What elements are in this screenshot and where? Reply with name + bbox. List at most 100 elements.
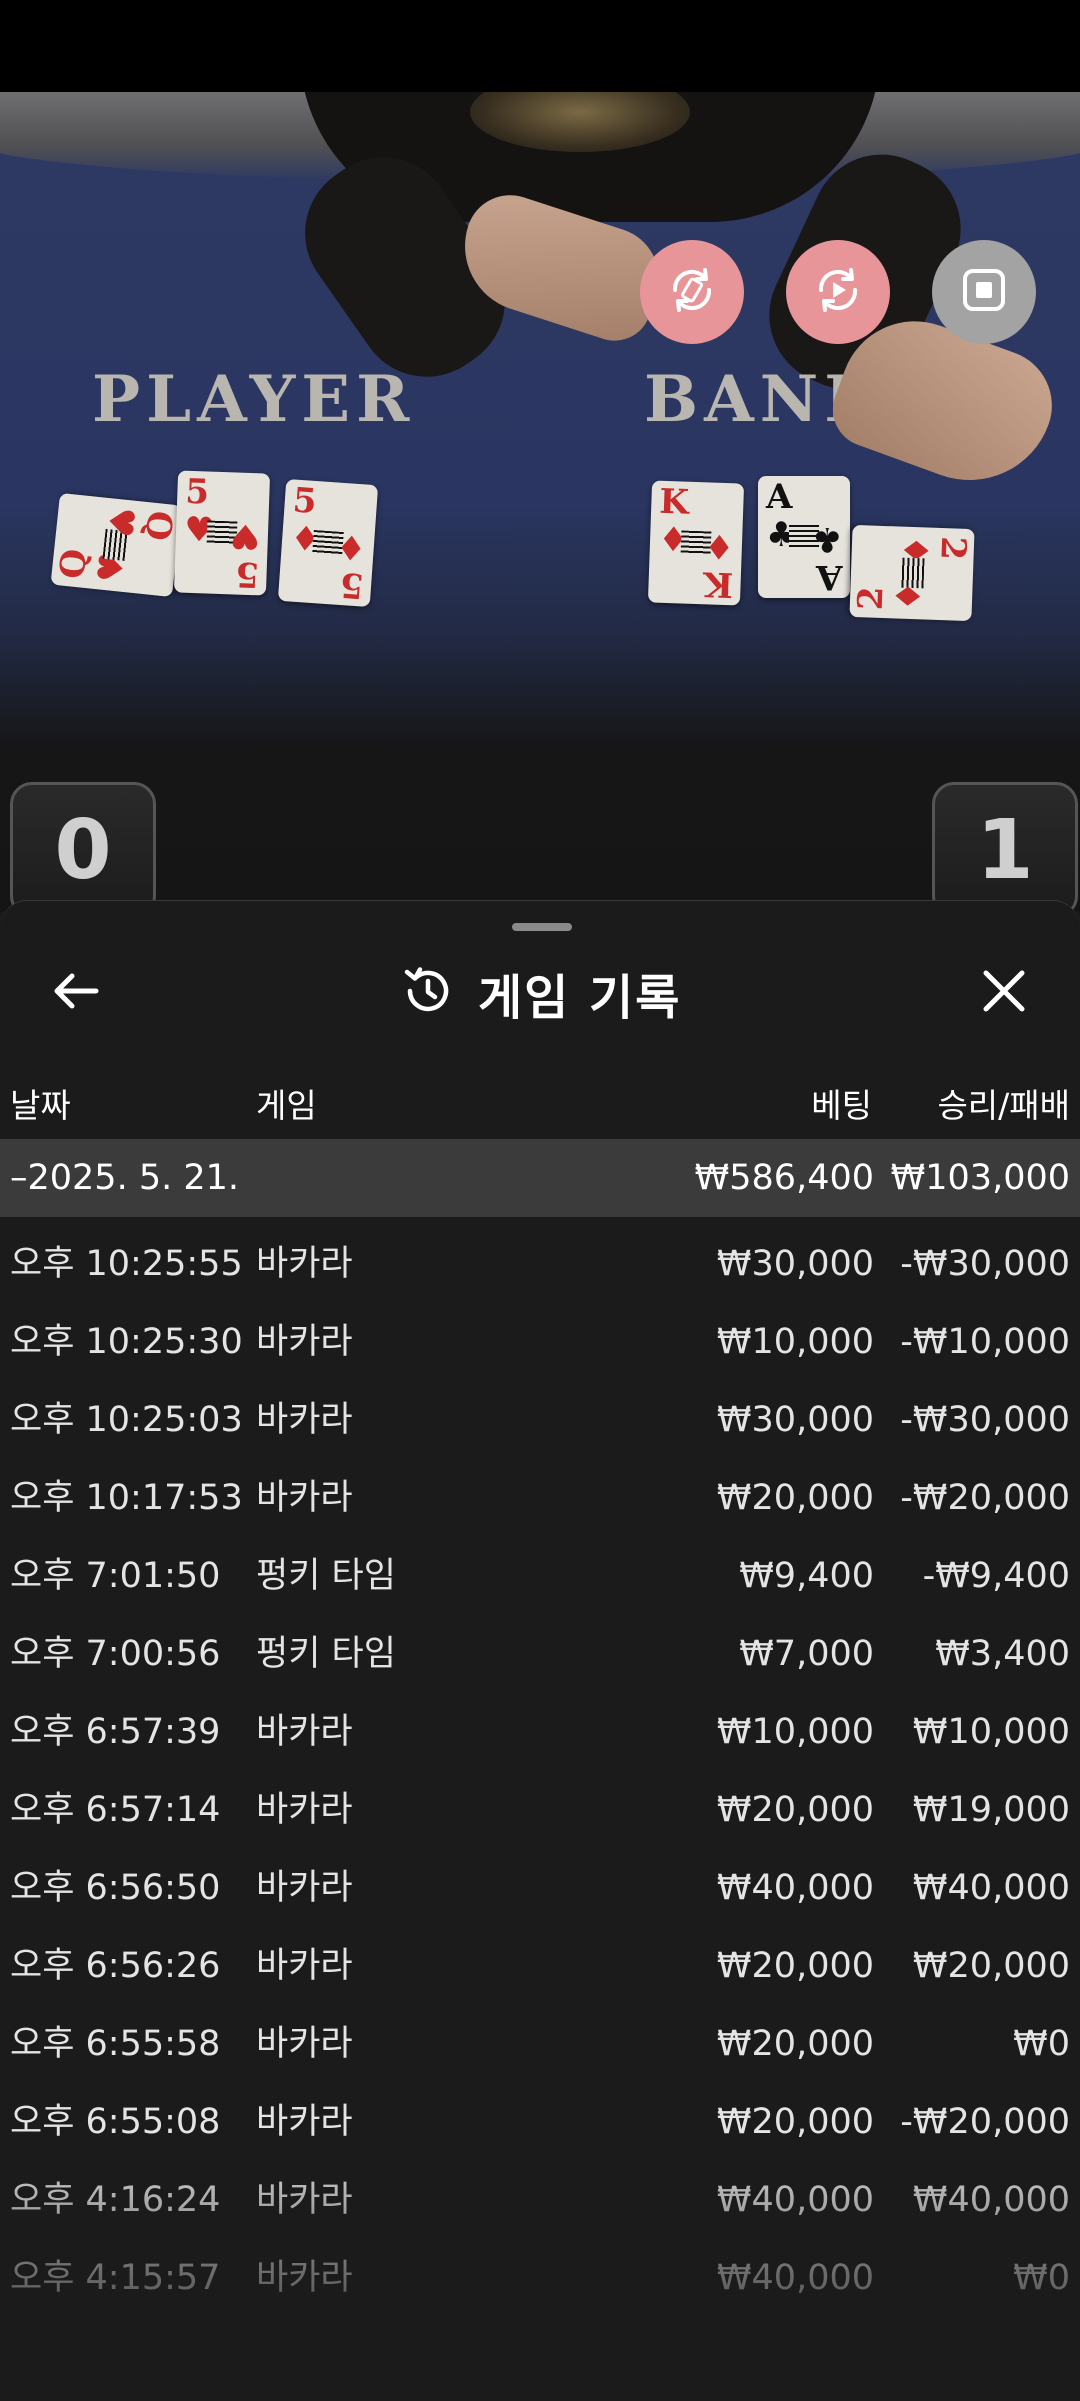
row-bet: ₩10,000 [716,1322,874,1362]
stop-icon [957,263,1011,321]
table-row[interactable]: 오후 6:57:39 바카라 ₩10,000 ₩10,000 [0,1693,1080,1771]
row-bet: ₩40,000 [716,2180,874,2220]
row-game: 바카라 [256,2102,353,2142]
row-bet: ₩20,000 [716,1790,874,1830]
card-rank: A ♣ [811,519,842,597]
table-row[interactable]: 오후 7:01:50 펑키 타임 ₩9,400 -₩9,400 [0,1537,1080,1615]
row-time: 오후 6:56:50 [10,1868,221,1908]
row-time: 오후 6:56:26 [10,1946,221,1986]
row-time: 오후 10:25:55 [10,1244,243,1284]
row-result: ₩40,000 [912,1868,1070,1908]
row-game: 바카라 [256,1790,353,1830]
row-bet: ₩20,000 [716,1946,874,1986]
row-game: 바카라 [256,1244,353,1284]
row-game: 바카라 [256,1712,353,1752]
table-row[interactable]: 오후 7:00:56 펑키 타임 ₩7,000 ₩3,400 [0,1615,1080,1693]
card-rank: 5 ♥ [228,515,261,595]
close-button[interactable] [972,961,1036,1025]
player-label: PLAYER [92,362,416,437]
row-result: ₩20,000 [912,1946,1070,1986]
table-row[interactable]: 오후 6:57:14 바카라 ₩20,000 ₩19,000 [0,1771,1080,1849]
table-row[interactable]: 오후 6:56:26 바카라 ₩20,000 ₩20,000 [0,1927,1080,2005]
sheet-header: 게임 기록 [400,953,681,1033]
row-time: 오후 4:15:57 [10,2258,221,2298]
column-header-result: 승리/패배 [937,1086,1070,1125]
row-time: 오후 6:55:58 [10,2024,221,2064]
row-result: ₩10,000 [912,1712,1070,1752]
back-button[interactable] [44,961,108,1025]
column-header-game: 게임 [256,1086,317,1125]
history-list: 오후 10:25:55 바카라 ₩30,000 -₩30,000 오후 10:25:30… [0,1225,1080,2401]
row-result: -₩30,000 [900,1244,1070,1284]
card-rank: K ♦ [702,525,735,605]
row-game: 바카라 [256,1322,353,1362]
row-bet: ₩20,000 [716,1478,874,1518]
replay-button[interactable] [786,240,890,344]
row-time: 오후 10:17:53 [10,1478,243,1518]
row-result: -₩30,000 [900,1400,1070,1440]
table-row[interactable]: 오후 10:17:53 바카라 ₩20,000 -₩20,000 [0,1459,1080,1537]
row-result: ₩3,400 [935,1634,1070,1674]
close-icon [982,969,1026,1017]
card-rank: 5 ♦ [333,525,368,606]
row-game: 바카라 [256,2180,353,2220]
row-bet: ₩30,000 [716,1400,874,1440]
table-row[interactable]: 오후 10:25:55 바카라 ₩30,000 -₩30,000 [0,1225,1080,1303]
playing-card: 5 ♦ 5 ♦ [277,478,379,608]
row-game: 바카라 [256,1478,353,1518]
table-row[interactable]: 오후 4:16:24 바카라 ₩40,000 ₩40,000 [0,2161,1080,2239]
status-bar [0,0,1080,92]
row-time: 오후 6:55:08 [10,2102,221,2142]
row-result: ₩0 [1013,2024,1070,2064]
table-row[interactable]: 오후 10:25:30 바카라 ₩10,000 -₩10,000 [0,1303,1080,1381]
table-row[interactable]: 오후 6:55:08 바카라 ₩20,000 -₩20,000 [0,2083,1080,2161]
table-row[interactable]: 오후 6:56:50 바카라 ₩40,000 ₩40,000 [0,1849,1080,1927]
group-result-total: ₩103,000 [890,1158,1070,1198]
table-row[interactable]: 오후 4:15:57 바카라 ₩40,000 ₩0 [0,2239,1080,2317]
live-video-feed[interactable]: PLAYER BANKER Q ♥ Q ♥ 5 ♥ 5 ♥ 5 ♦ 5 ♦ K ♦ K ♦ A ♣ A ♣ 2 ♦ 2 ♦ [0,92,1080,912]
row-game: 펑키 타임 [256,1634,396,1674]
row-bet: ₩20,000 [716,2024,874,2064]
banker-score: 1 [932,782,1078,912]
arrow-left-icon [52,971,100,1015]
stop-button[interactable] [932,240,1036,344]
row-time: 오후 10:25:03 [10,1400,243,1440]
rotate-screen-button[interactable] [640,240,744,344]
playing-card: 2 ♦ 2 ♦ [849,524,975,622]
column-header-bet: 베팅 [811,1086,872,1125]
playing-card: Q ♥ Q ♥ [50,492,182,598]
row-result: ₩40,000 [912,2180,1070,2220]
row-bet: ₩7,000 [739,1634,874,1674]
group-date: –2025. 5. 21. [10,1158,240,1198]
history-icon [400,963,456,1023]
replay-icon [811,263,865,321]
row-bet: ₩10,000 [716,1712,874,1752]
playing-card: K ♦ K ♦ [647,480,745,606]
table-row[interactable]: 오후 6:55:58 바카라 ₩20,000 ₩0 [0,2005,1080,2083]
row-time: 오후 7:01:50 [10,1556,221,1596]
row-game: 바카라 [256,2024,353,2064]
rotate-screen-icon [665,263,719,321]
row-time: 오후 6:57:39 [10,1712,221,1752]
game-history-sheet: 게임 기록 날짜 게임 베팅 승리/패배 –2025. 5. 21. ₩586,… [0,900,1080,2401]
sheet-drag-handle[interactable] [512,923,572,931]
player-score: 0 [10,782,156,912]
playing-card: A ♣ A ♣ [758,476,850,598]
date-group-row[interactable]: –2025. 5. 21. ₩586,400 ₩103,000 [0,1139,1080,1217]
row-bet: ₩9,400 [739,1556,874,1596]
row-result: ₩19,000 [912,1790,1070,1830]
row-time: 오후 6:57:14 [10,1790,221,1830]
card-rank: 2 ♦ [850,579,930,612]
row-result: -₩10,000 [900,1322,1070,1362]
row-bet: ₩30,000 [716,1244,874,1284]
page-title: 게임 기록 [478,970,682,1026]
table-row[interactable]: 오후 10:25:03 바카라 ₩30,000 -₩30,000 [0,1381,1080,1459]
row-game: 바카라 [256,2258,353,2298]
group-bet-total: ₩586,400 [694,1158,874,1198]
row-bet: ₩40,000 [716,2258,874,2298]
row-game: 바카라 [256,1868,353,1908]
row-game: 바카라 [256,1946,353,1986]
row-time: 오후 4:16:24 [10,2180,221,2220]
row-time: 오후 10:25:30 [10,1322,243,1362]
row-result: ₩0 [1013,2258,1070,2298]
